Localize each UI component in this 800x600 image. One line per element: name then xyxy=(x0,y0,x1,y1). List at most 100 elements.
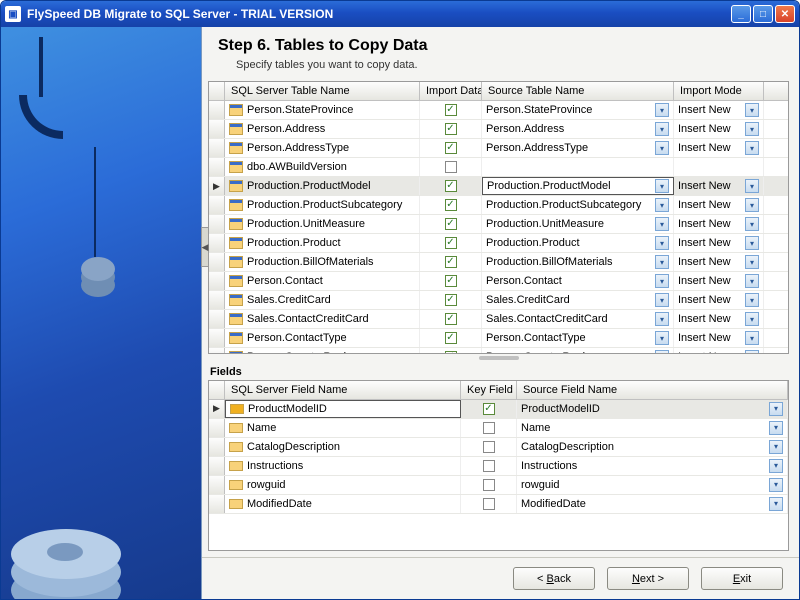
cell-import-mode[interactable]: Insert New▾ xyxy=(674,291,764,309)
key-checkbox[interactable] xyxy=(483,479,495,491)
table-row[interactable]: Production.UnitMeasure✓Production.UnitMe… xyxy=(209,215,788,234)
table-row[interactable]: Production.BillOfMaterials✓Production.Bi… xyxy=(209,253,788,272)
cell-import-data[interactable]: ✓ xyxy=(420,253,482,271)
cell-source-field-name[interactable]: rowguid▾ xyxy=(517,476,788,494)
cell-source-table-name[interactable]: Production.UnitMeasure▾ xyxy=(482,215,674,233)
cell-sql-table-name[interactable]: Person.Address xyxy=(225,120,420,138)
cell-import-data[interactable]: ✓ xyxy=(420,139,482,157)
table-row[interactable]: Production.Product✓Production.Product▾In… xyxy=(209,234,788,253)
col-key-field[interactable]: Key Field xyxy=(461,381,517,399)
cell-key-field[interactable] xyxy=(461,476,517,494)
cell-sql-table-name[interactable]: Person.CountryRegion xyxy=(225,348,420,353)
cell-sql-table-name[interactable]: Sales.CreditCard xyxy=(225,291,420,309)
cell-import-mode[interactable]: Insert New▾ xyxy=(674,101,764,119)
import-checkbox[interactable]: ✓ xyxy=(445,275,457,287)
cell-sql-field-name[interactable]: CatalogDescription xyxy=(225,438,461,456)
title-bar[interactable]: ▣ FlySpeed DB Migrate to SQL Server - TR… xyxy=(1,1,799,27)
table-row[interactable]: Sales.CreditCard✓Sales.CreditCard▾Insert… xyxy=(209,291,788,310)
source-field-dropdown[interactable]: ▾ xyxy=(769,497,783,511)
col-source-field-name[interactable]: Source Field Name xyxy=(517,381,788,399)
source-field-dropdown[interactable]: ▾ xyxy=(769,421,783,435)
source-dropdown[interactable]: ▾ xyxy=(655,274,669,288)
mode-dropdown[interactable]: ▾ xyxy=(745,217,759,231)
cell-source-field-name[interactable]: Instructions▾ xyxy=(517,457,788,475)
source-dropdown[interactable]: ▾ xyxy=(655,236,669,250)
cell-import-data[interactable]: ✓ xyxy=(420,291,482,309)
cell-import-data[interactable]: ✓ xyxy=(420,101,482,119)
cell-import-data[interactable]: ✓ xyxy=(420,177,482,195)
table-row[interactable]: Person.StateProvince✓Person.StateProvinc… xyxy=(209,101,788,120)
cell-key-field[interactable] xyxy=(461,438,517,456)
import-checkbox[interactable]: ✓ xyxy=(445,180,457,192)
cell-sql-field-name[interactable]: rowguid xyxy=(225,476,461,494)
cell-sql-table-name[interactable]: Person.Contact xyxy=(225,272,420,290)
mode-dropdown[interactable]: ▾ xyxy=(745,236,759,250)
mode-dropdown[interactable]: ▾ xyxy=(745,179,759,193)
col-import-data[interactable]: Import Data xyxy=(420,82,482,100)
cell-source-field-name[interactable]: Name▾ xyxy=(517,419,788,437)
field-row[interactable]: rowguid rowguid▾ xyxy=(209,476,788,495)
col-import-mode[interactable]: Import Mode xyxy=(674,82,764,100)
col-source-table-name[interactable]: Source Table Name xyxy=(482,82,674,100)
table-row[interactable]: Person.Contact✓Person.Contact▾Insert New… xyxy=(209,272,788,291)
source-dropdown[interactable]: ▾ xyxy=(655,312,669,326)
cell-key-field[interactable] xyxy=(461,419,517,437)
cell-sql-table-name[interactable]: Production.ProductSubcategory xyxy=(225,196,420,214)
cell-source-table-name[interactable]: Sales.ContactCreditCard▾ xyxy=(482,310,674,328)
import-checkbox[interactable]: ✓ xyxy=(445,332,457,344)
source-dropdown[interactable]: ▾ xyxy=(655,103,669,117)
import-checkbox[interactable]: ✓ xyxy=(445,218,457,230)
source-dropdown[interactable]: ▾ xyxy=(655,350,669,353)
table-row[interactable]: Person.AddressType✓Person.AddressType▾In… xyxy=(209,139,788,158)
cell-import-data[interactable]: ✓ xyxy=(420,234,482,252)
key-checkbox[interactable] xyxy=(483,498,495,510)
grid-splitter[interactable] xyxy=(208,354,789,362)
cell-key-field[interactable] xyxy=(461,495,517,513)
cell-import-data[interactable]: ✓ xyxy=(420,196,482,214)
cell-import-mode[interactable]: Insert New▾ xyxy=(674,253,764,271)
cell-sql-table-name[interactable]: Person.ContactType xyxy=(225,329,420,347)
cell-import-mode[interactable]: Insert New▾ xyxy=(674,196,764,214)
col-sql-field-name[interactable]: SQL Server Field Name xyxy=(225,381,461,399)
import-checkbox[interactable]: ✓ xyxy=(445,294,457,306)
source-dropdown[interactable]: ▾ xyxy=(655,122,669,136)
key-checkbox[interactable] xyxy=(483,460,495,472)
field-row[interactable]: ▶ProductModelID✓ProductModelID▾ xyxy=(209,400,788,419)
mode-dropdown[interactable]: ▾ xyxy=(745,103,759,117)
cell-sql-table-name[interactable]: Person.AddressType xyxy=(225,139,420,157)
source-dropdown[interactable]: ▾ xyxy=(655,331,669,345)
exit-button[interactable]: Exit xyxy=(701,567,783,590)
mode-dropdown[interactable]: ▾ xyxy=(745,350,759,353)
field-row[interactable]: ModifiedDateModifiedDate▾ xyxy=(209,495,788,514)
source-dropdown[interactable]: ▾ xyxy=(655,293,669,307)
cell-sql-table-name[interactable]: Production.BillOfMaterials xyxy=(225,253,420,271)
cell-sql-field-name[interactable]: ModifiedDate xyxy=(225,495,461,513)
table-row[interactable]: Person.Address✓Person.Address▾Insert New… xyxy=(209,120,788,139)
key-checkbox[interactable] xyxy=(483,441,495,453)
minimize-button[interactable]: _ xyxy=(731,5,751,23)
cell-import-mode[interactable]: Insert New▾ xyxy=(674,177,764,195)
table-row[interactable]: Person.ContactType✓Person.ContactType▾In… xyxy=(209,329,788,348)
mode-dropdown[interactable]: ▾ xyxy=(745,198,759,212)
cell-import-data[interactable]: ✓ xyxy=(420,215,482,233)
source-dropdown[interactable]: ▾ xyxy=(655,255,669,269)
mode-dropdown[interactable]: ▾ xyxy=(745,274,759,288)
cell-sql-field-name[interactable]: Name xyxy=(225,419,461,437)
field-row[interactable]: InstructionsInstructions▾ xyxy=(209,457,788,476)
cell-source-table-name[interactable]: Production.Product▾ xyxy=(482,234,674,252)
cell-key-field[interactable]: ✓ xyxy=(461,400,517,418)
cell-source-field-name[interactable]: ProductModelID▾ xyxy=(517,400,788,418)
mode-dropdown[interactable]: ▾ xyxy=(745,122,759,136)
source-dropdown[interactable]: ▾ xyxy=(655,141,669,155)
cell-import-data[interactable]: ✓ xyxy=(420,120,482,138)
cell-import-mode[interactable]: Insert New▾ xyxy=(674,234,764,252)
table-row[interactable]: Production.ProductSubcategory✓Production… xyxy=(209,196,788,215)
field-row[interactable]: CatalogDescriptionCatalogDescription▾ xyxy=(209,438,788,457)
table-row[interactable]: Person.CountryRegion✓Person.CountryRegio… xyxy=(209,348,788,353)
cell-sql-table-name[interactable]: Production.ProductModel xyxy=(225,177,420,195)
cell-sql-table-name[interactable]: Sales.ContactCreditCard xyxy=(225,310,420,328)
maximize-button[interactable]: □ xyxy=(753,5,773,23)
mode-dropdown[interactable]: ▾ xyxy=(745,293,759,307)
sidebar-collapse-handle[interactable]: ◀ xyxy=(201,227,209,267)
cell-import-mode[interactable] xyxy=(674,158,764,176)
